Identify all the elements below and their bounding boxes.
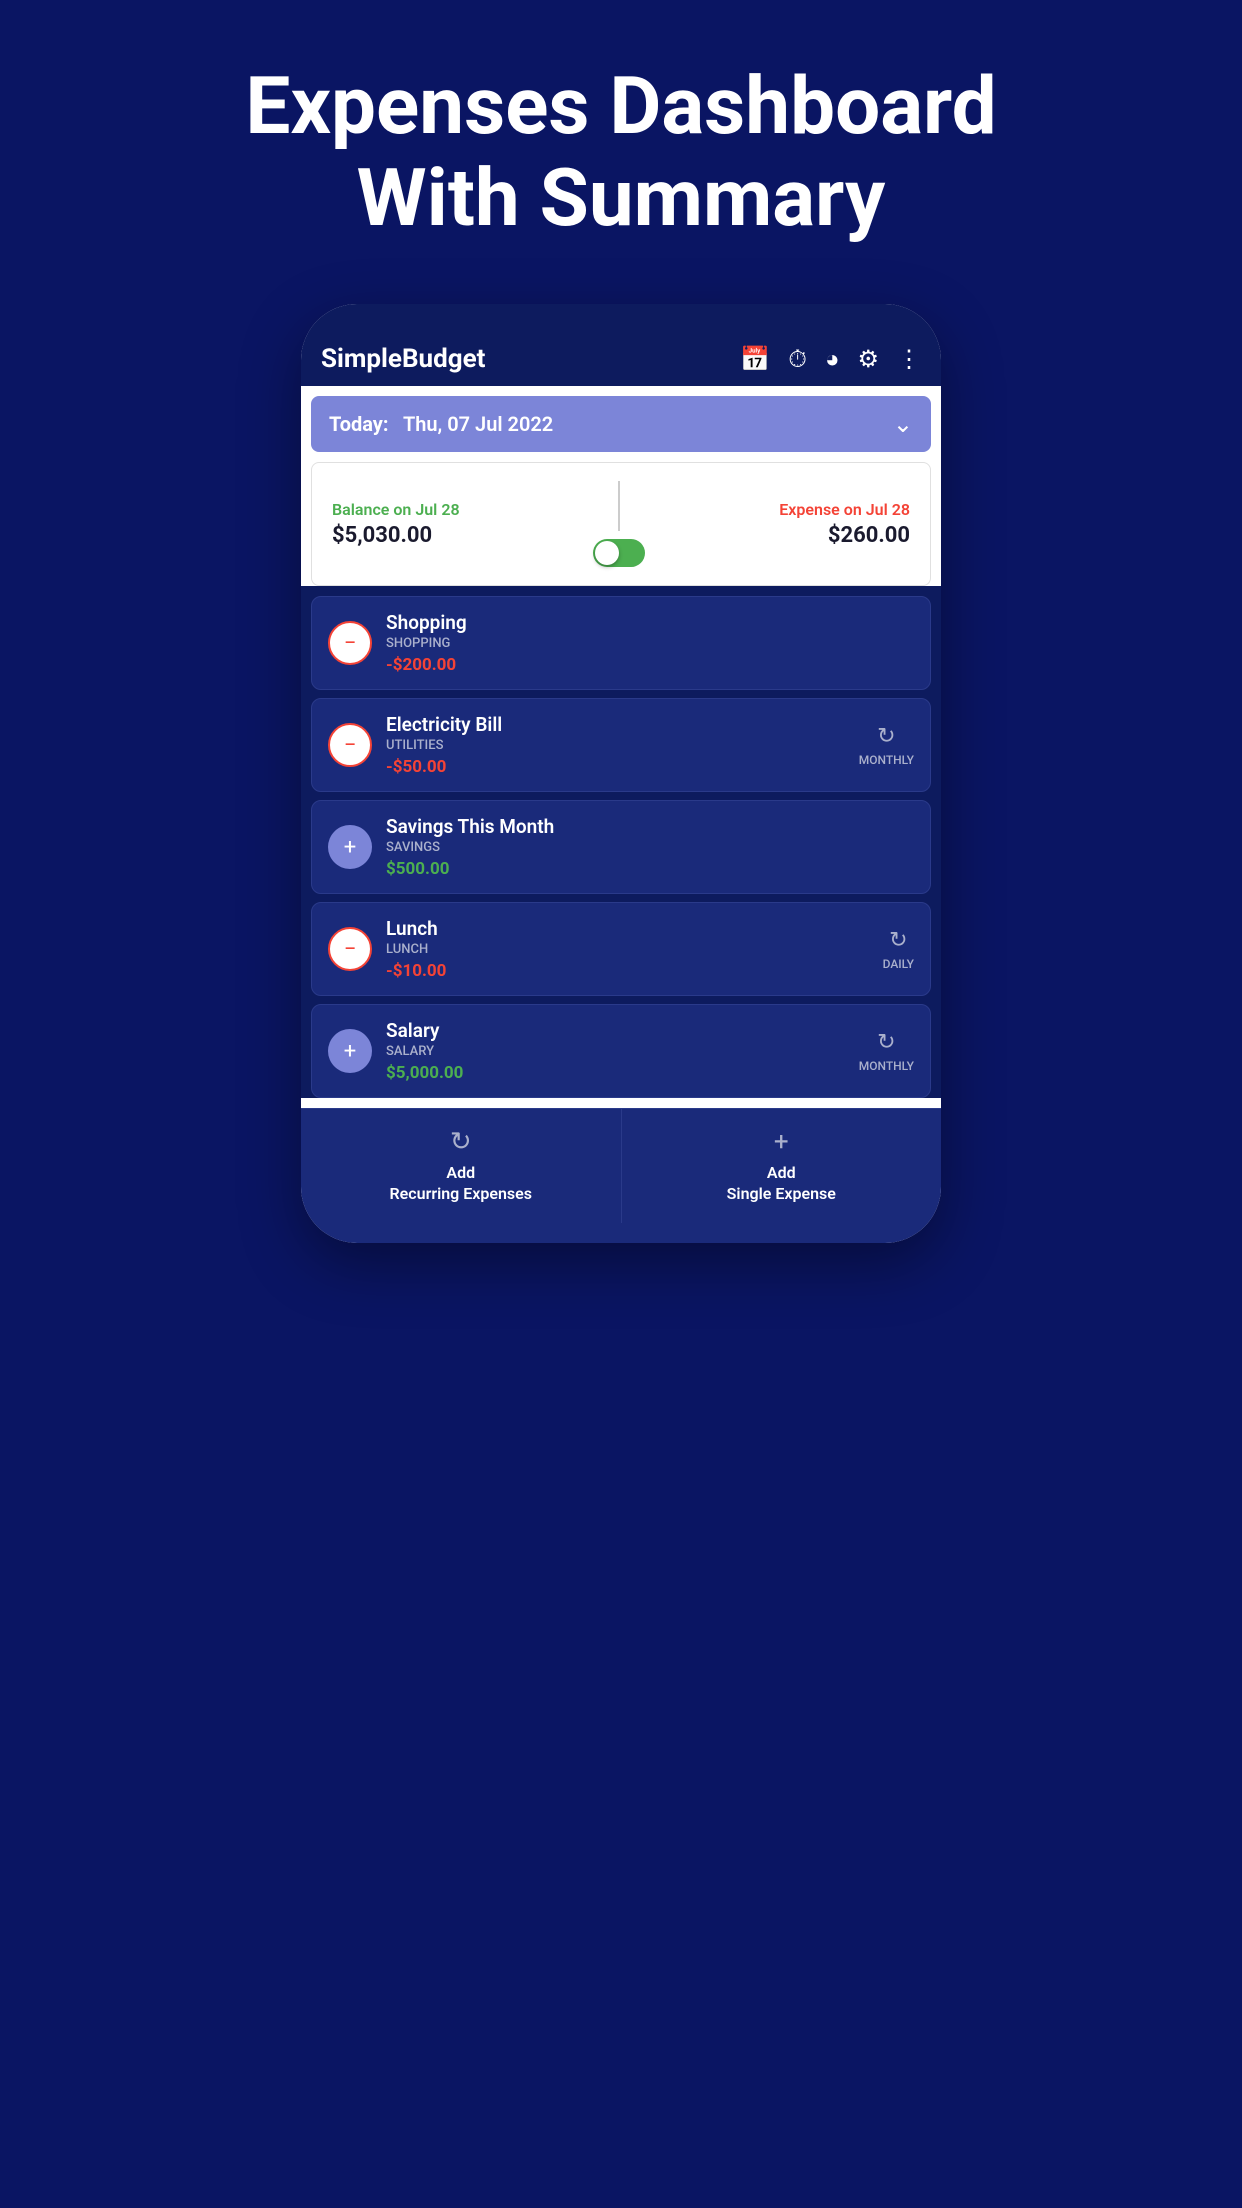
app-header: SimpleBudget 📅 ⏱ ◕ ⚙ ⋮ <box>301 332 941 386</box>
recurring-info: ↻ MONTHLY <box>859 724 914 767</box>
transaction-name: Lunch <box>386 917 869 940</box>
single-add-icon: + <box>774 1127 789 1157</box>
status-bar <box>301 304 941 332</box>
add-single-label: AddSingle Expense <box>727 1163 836 1205</box>
date-selector-text: Today: Thu, 07 Jul 2022 <box>329 412 553 436</box>
transaction-category: SALARY <box>386 1044 845 1059</box>
transaction-category: SAVINGS <box>386 840 914 855</box>
transaction-info: Savings This Month SAVINGS $500.00 <box>386 815 914 879</box>
header-icons: 📅 ⏱ ◕ ⚙ ⋮ <box>740 345 921 374</box>
transaction-info: Shopping SHOPPING -$200.00 <box>386 611 914 675</box>
transaction-name: Salary <box>386 1019 845 1042</box>
expense-value: $260.00 <box>828 523 910 548</box>
transaction-name: Electricity Bill <box>386 713 845 736</box>
transaction-info: Electricity Bill UTILITIES -$50.00 <box>386 713 845 777</box>
recurring-icon: ↻ <box>877 1030 895 1055</box>
transaction-info: Lunch LUNCH -$10.00 <box>386 917 869 981</box>
transaction-amount: -$10.00 <box>386 961 869 981</box>
transaction-amount: $500.00 <box>386 859 914 879</box>
balance-card: Balance on Jul 28 $5,030.00 Expense on J… <box>311 462 931 586</box>
date-label: Today: <box>329 412 389 436</box>
balance-label: Balance on Jul 28 <box>332 500 460 519</box>
transaction-list: − Shopping SHOPPING -$200.00 − Electrici… <box>301 586 941 1098</box>
balance-value: $5,030.00 <box>332 523 460 548</box>
balance-section: Balance on Jul 28 $5,030.00 <box>332 500 460 548</box>
transaction-item[interactable]: + Salary SALARY $5,000.00 ↻ MONTHLY <box>311 1004 931 1098</box>
phone-frame: SimpleBudget 📅 ⏱ ◕ ⚙ ⋮ Today: Thu, 07 Ju… <box>301 304 941 1243</box>
expense-label: Expense on Jul 28 <box>779 500 910 519</box>
page-title: Expenses Dashboard With Summary <box>165 60 1076 244</box>
app-title: SimpleBudget <box>321 344 485 374</box>
transaction-item[interactable]: + Savings This Month SAVINGS $500.00 <box>311 800 931 894</box>
divider <box>618 481 620 531</box>
chevron-down-icon[interactable]: ⌄ <box>893 410 913 438</box>
recurring-label: MONTHLY <box>859 1059 914 1073</box>
more-icon[interactable]: ⋮ <box>897 345 921 373</box>
settings-icon[interactable]: ⚙ <box>857 345 879 373</box>
transaction-item[interactable]: − Shopping SHOPPING -$200.00 <box>311 596 931 690</box>
toggle[interactable] <box>593 539 645 567</box>
toggle-track[interactable] <box>593 539 645 567</box>
transaction-name: Savings This Month <box>386 815 914 838</box>
toggle-thumb <box>595 541 619 565</box>
add-single-button[interactable]: + AddSingle Expense <box>622 1109 942 1223</box>
add-recurring-label: AddRecurring Expenses <box>390 1163 532 1205</box>
minus-icon: − <box>328 927 372 971</box>
transaction-item[interactable]: − Lunch LUNCH -$10.00 ↻ DAILY <box>311 902 931 996</box>
transaction-category: LUNCH <box>386 942 869 957</box>
transaction-category: SHOPPING <box>386 636 914 651</box>
calendar-icon[interactable]: 📅 <box>740 345 770 373</box>
recurring-icon: ↻ <box>889 928 907 953</box>
recurring-label: MONTHLY <box>859 753 914 767</box>
transaction-amount: -$50.00 <box>386 757 845 777</box>
plus-icon: + <box>328 825 372 869</box>
transaction-amount: -$200.00 <box>386 655 914 675</box>
recurring-info: ↻ DAILY <box>883 928 914 971</box>
transaction-amount: $5,000.00 <box>386 1063 845 1083</box>
recurring-info: ↻ MONTHLY <box>859 1030 914 1073</box>
add-recurring-button[interactable]: ↻ AddRecurring Expenses <box>301 1109 622 1223</box>
phone-bottom-bar <box>301 1223 941 1243</box>
timer-add-icon[interactable]: ⏱ <box>788 345 807 373</box>
minus-icon: − <box>328 621 372 665</box>
minus-icon: − <box>328 723 372 767</box>
chart-icon[interactable]: ◕ <box>825 345 840 374</box>
recurring-add-icon: ↻ <box>450 1127 472 1157</box>
transaction-category: UTILITIES <box>386 738 845 753</box>
date-value: Thu, 07 Jul 2022 <box>403 412 553 436</box>
expense-section: Expense on Jul 28 $260.00 <box>779 500 910 548</box>
transaction-item[interactable]: − Electricity Bill UTILITIES -$50.00 ↻ M… <box>311 698 931 792</box>
bottom-bar: ↻ AddRecurring Expenses + AddSingle Expe… <box>301 1108 941 1223</box>
recurring-label: DAILY <box>883 957 914 971</box>
transaction-name: Shopping <box>386 611 914 634</box>
transaction-info: Salary SALARY $5,000.00 <box>386 1019 845 1083</box>
recurring-icon: ↻ <box>877 724 895 749</box>
plus-icon: + <box>328 1029 372 1073</box>
balance-center <box>593 481 645 567</box>
date-selector[interactable]: Today: Thu, 07 Jul 2022 ⌄ <box>311 396 931 452</box>
